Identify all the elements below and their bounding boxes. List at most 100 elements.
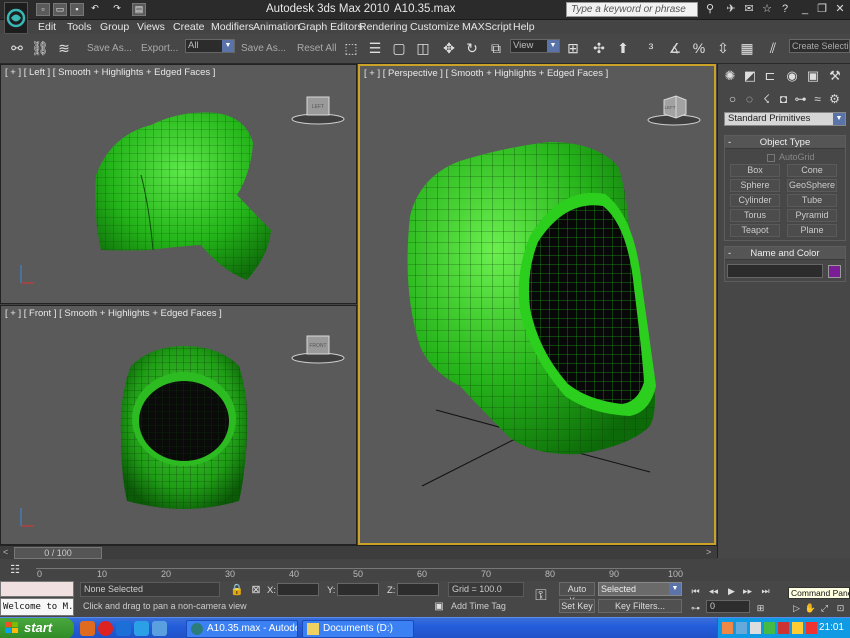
z-coord-input[interactable]	[397, 583, 439, 596]
select-and-manipulate-icon[interactable]: ✣	[590, 39, 608, 57]
maximize-viewport-icon[interactable]: ⊡	[834, 602, 847, 614]
spinner-snap-icon[interactable]: ⇳	[714, 39, 732, 57]
create-tab-icon[interactable]: ✺	[722, 68, 738, 84]
key-mode-toggle-icon[interactable]: ⊶	[689, 602, 702, 614]
named-selection-set-field[interactable]: Create Selection Se	[789, 39, 850, 53]
taskbar-item-documents[interactable]: Documents (D:)	[302, 620, 414, 638]
utilities-tab-icon[interactable]: ⚒	[827, 68, 843, 84]
next-frame-icon[interactable]: ▸▸	[741, 585, 754, 597]
time-configuration-icon[interactable]: ⊞	[754, 602, 767, 614]
binoculars-icon[interactable]: ⚲	[703, 2, 717, 16]
cameras-icon[interactable]: ◘	[776, 92, 791, 107]
language-icon[interactable]	[750, 622, 761, 634]
menu-modifiers[interactable]: Modifiers	[211, 21, 254, 33]
next-frame-arrow-icon[interactable]: >	[706, 547, 711, 557]
reference-coordinate-dropdown[interactable]: View ▼	[510, 39, 560, 53]
key-selection-dropdown[interactable]: Selected ▼	[598, 582, 682, 596]
project-folder-icon[interactable]: ▤	[132, 3, 146, 16]
track-bar[interactable]: ☷ 0 10 20 30 40 50 60 70 80 90 100	[0, 559, 717, 581]
plane-button[interactable]: Plane	[787, 224, 837, 237]
modify-tab-icon[interactable]: ◩	[742, 68, 758, 84]
update-icon[interactable]	[792, 622, 803, 634]
select-by-name-icon[interactable]: ☰	[366, 39, 384, 57]
mini-curve-editor-icon[interactable]: ☷	[6, 561, 24, 579]
media-quicklaunch-icon[interactable]	[152, 621, 167, 636]
security-icon[interactable]	[778, 622, 789, 634]
viewport-front[interactable]: [ + ] [ Front ] [ Smooth + Highlights + …	[0, 305, 357, 545]
key-filters-button[interactable]: Key Filters...	[598, 599, 682, 613]
cylinder-button[interactable]: Cylinder	[730, 194, 780, 207]
close-icon[interactable]: ✕	[833, 2, 847, 16]
maxscript-welcome-output[interactable]: Welcome to M.	[0, 598, 74, 616]
prev-frame-arrow-icon[interactable]: <	[3, 547, 8, 557]
lights-icon[interactable]: ☇	[759, 92, 774, 107]
minimize-icon[interactable]: _	[798, 2, 812, 16]
primitive-category-dropdown[interactable]: Standard Primitives ▼	[724, 112, 846, 126]
tube-button[interactable]: Tube	[787, 194, 837, 207]
menu-graph-editors[interactable]: Graph Editors	[298, 21, 363, 33]
menu-help[interactable]: Help	[513, 21, 535, 33]
x-coord-input[interactable]	[277, 583, 319, 596]
select-and-move-icon[interactable]: ✥	[440, 39, 458, 57]
shapes-icon[interactable]: ◌	[742, 92, 757, 107]
absolute-mode-transform-icon[interactable]: ⊠	[247, 581, 265, 599]
favorites-star-icon[interactable]: ☆	[760, 2, 774, 16]
select-object-icon[interactable]: ⬚	[342, 39, 360, 57]
restore-icon[interactable]: ❐	[815, 2, 829, 16]
taskbar-item-3dsmax[interactable]: A10.35.max - Autode...	[186, 620, 298, 638]
previous-frame-icon[interactable]: ◂◂	[707, 585, 720, 597]
bind-to-space-warp-icon[interactable]: ≋	[55, 39, 73, 57]
undo-icon[interactable]: ↶	[88, 3, 102, 16]
viewport-perspective[interactable]: [ + ] [ Perspective ] [ Smooth + Highlig…	[358, 64, 716, 545]
lock-selection-icon[interactable]: 🔒	[228, 581, 246, 599]
time-tag-icon[interactable]: ▣	[432, 600, 446, 614]
helpers-icon[interactable]: ⊶	[793, 92, 808, 107]
opera-quicklaunch-icon[interactable]	[98, 621, 113, 636]
angle-snap-icon[interactable]: ∡	[666, 39, 684, 57]
select-and-link-icon[interactable]: ⚯	[8, 39, 26, 57]
goto-start-icon[interactable]: ⏮	[689, 585, 702, 597]
goto-end-icon[interactable]: ⏭	[759, 585, 772, 597]
select-and-scale-icon[interactable]: ⧉	[487, 39, 505, 57]
app-logo-button[interactable]	[4, 2, 28, 34]
export-label[interactable]: Export...	[141, 43, 178, 54]
menu-group[interactable]: Group	[100, 21, 129, 33]
play-icon[interactable]: ▶	[725, 585, 738, 597]
menu-maxscript[interactable]: MAXScript	[462, 21, 512, 33]
pivot-center-icon[interactable]: ⊞	[564, 39, 582, 57]
menu-rendering[interactable]: Rendering	[359, 21, 407, 33]
box-button[interactable]: Box	[730, 164, 780, 177]
menu-customize[interactable]: Customize	[410, 21, 460, 33]
keyboard-shortcut-override-icon[interactable]: ⬆	[614, 39, 632, 57]
firefox-quicklaunch-icon[interactable]	[80, 621, 95, 636]
viewport-left[interactable]: [ + ] [ Left ] [ Smooth + Highlights + E…	[0, 64, 357, 304]
object-name-input[interactable]	[727, 264, 823, 278]
open-file-icon[interactable]: ▭	[53, 3, 67, 16]
menu-edit[interactable]: Edit	[38, 21, 56, 33]
motion-tab-icon[interactable]: ◉	[784, 68, 800, 84]
geosphere-button[interactable]: GeoSphere	[787, 179, 837, 192]
alert-icon[interactable]	[806, 622, 817, 634]
cone-button[interactable]: Cone	[787, 164, 837, 177]
menu-tools[interactable]: Tools	[67, 21, 92, 33]
pyramid-button[interactable]: Pyramid	[787, 209, 837, 222]
teapot-button[interactable]: Teapot	[730, 224, 780, 237]
unlink-selection-icon[interactable]: ⛓	[31, 39, 49, 57]
window-crossing-icon[interactable]: ◫	[414, 39, 432, 57]
snaps-toggle-icon[interactable]: ³	[642, 39, 660, 57]
named-selection-sets-icon[interactable]: ▦	[738, 39, 756, 57]
percent-snap-icon[interactable]: %	[690, 39, 708, 57]
menu-create[interactable]: Create	[173, 21, 205, 33]
menu-animation[interactable]: Animation	[253, 21, 300, 33]
display-tab-icon[interactable]: ▣	[805, 68, 821, 84]
ie-quicklaunch-icon[interactable]	[116, 621, 131, 636]
time-slider-knob[interactable]: 0 / 100	[14, 547, 102, 559]
select-and-rotate-icon[interactable]: ↻	[463, 39, 481, 57]
volume-icon[interactable]	[736, 622, 747, 634]
systems-icon[interactable]: ⚙	[827, 92, 842, 107]
communication-center-icon[interactable]: ✈	[724, 2, 738, 16]
rectangular-selection-icon[interactable]: ▢	[390, 39, 408, 57]
maxscript-listener-input[interactable]	[0, 581, 74, 597]
subscription-icon[interactable]: ✉	[742, 2, 756, 16]
new-file-icon[interactable]: ▫	[36, 3, 50, 16]
